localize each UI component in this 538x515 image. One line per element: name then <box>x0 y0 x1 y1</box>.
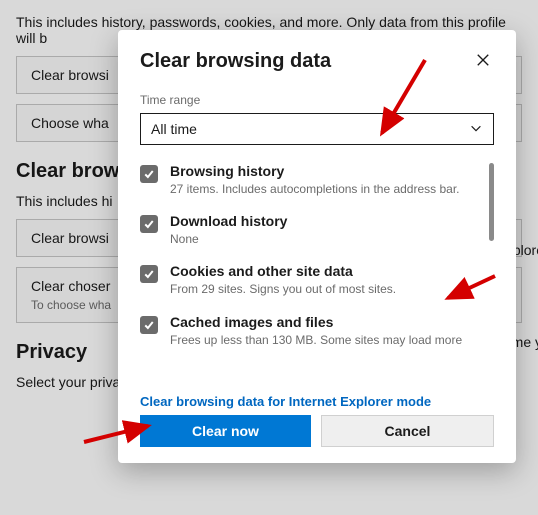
option-desc: Frees up less than 130 MB. Some sites ma… <box>170 332 494 348</box>
option-title: Cookies and other site data <box>170 263 494 279</box>
ie-mode-link[interactable]: Clear browsing data for Internet Explore… <box>140 394 494 409</box>
cancel-button[interactable]: Cancel <box>321 415 494 447</box>
time-range-select[interactable]: All time <box>140 113 494 145</box>
chevron-down-icon <box>469 121 483 138</box>
option-cached: Cached images and files Frees up less th… <box>140 314 494 348</box>
close-button[interactable] <box>472 50 494 72</box>
time-range-value: All time <box>151 121 197 137</box>
option-title: Cached images and files <box>170 314 494 330</box>
time-range-label: Time range <box>140 93 494 107</box>
option-browsing-history: Browsing history 27 items. Includes auto… <box>140 163 494 197</box>
dialog-title: Clear browsing data <box>140 50 331 73</box>
scrollbar-thumb[interactable] <box>489 163 494 241</box>
checkbox-cookies[interactable] <box>140 265 158 283</box>
checkbox-download-history[interactable] <box>140 215 158 233</box>
option-desc: None <box>170 231 494 247</box>
options-list: Browsing history 27 items. Includes auto… <box>140 163 494 392</box>
option-title: Download history <box>170 213 494 229</box>
clear-now-button[interactable]: Clear now <box>140 415 311 447</box>
option-cookies: Cookies and other site data From 29 site… <box>140 263 494 297</box>
option-title: Browsing history <box>170 163 494 179</box>
checkbox-browsing-history[interactable] <box>140 165 158 183</box>
checkbox-cached[interactable] <box>140 316 158 334</box>
option-download-history: Download history None <box>140 213 494 247</box>
option-desc: From 29 sites. Signs you out of most sit… <box>170 281 494 297</box>
clear-browsing-dialog: Clear browsing data Time range All time … <box>118 30 516 463</box>
close-icon <box>476 53 490 70</box>
option-desc: 27 items. Includes autocompletions in th… <box>170 181 494 197</box>
